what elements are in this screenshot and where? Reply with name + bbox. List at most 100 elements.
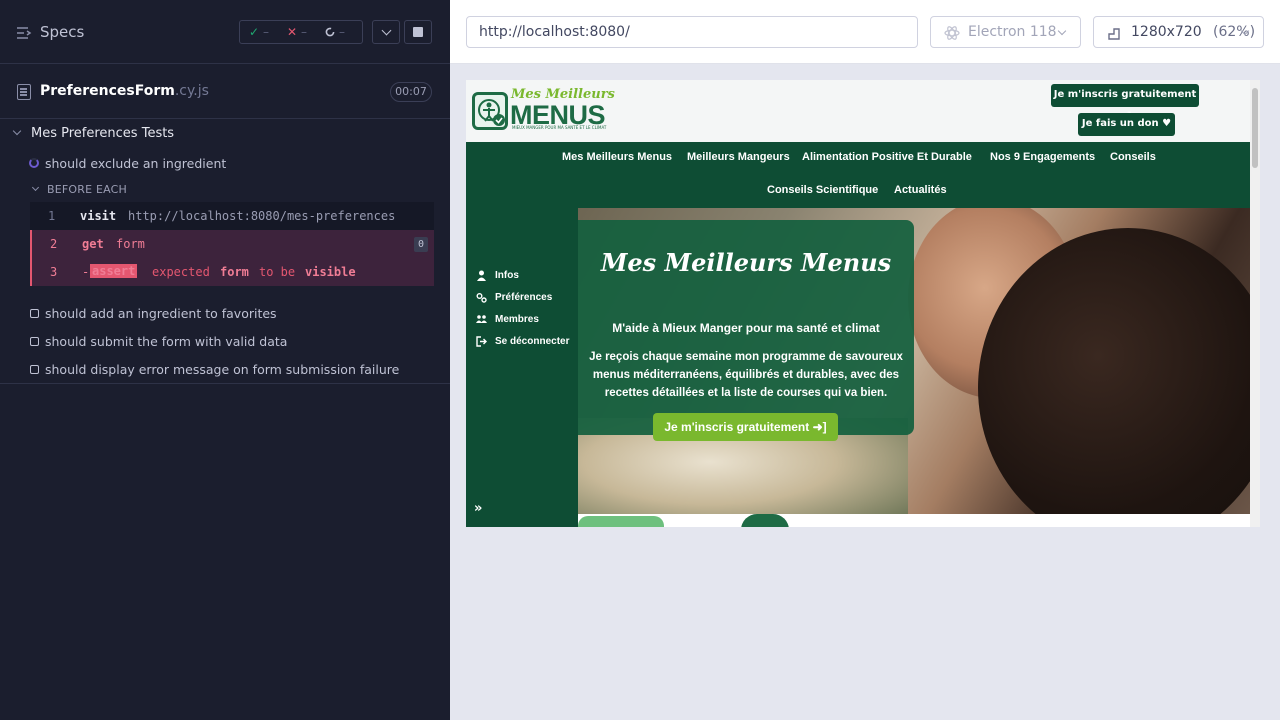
nav-item[interactable]: Alimentation Positive Et Durable [802,151,972,163]
hero-description: Je reçois chaque semaine mon programme d… [589,351,903,399]
stop-button[interactable] [404,20,432,44]
hook-label[interactable]: BEFORE EACH [47,183,127,196]
pending-test-title[interactable]: should submit the form with valid data [45,334,287,349]
reporter-panel: Specs ✓ – ✕ – – PreferencesForm.cy.js 00… [0,0,450,720]
sidebar-item-preferences[interactable]: Préférences [476,292,552,303]
sidebar-item-label: Infos [495,270,519,281]
specs-header: Specs ✓ – ✕ – – [0,0,450,64]
assert-subject: form [220,265,249,279]
assert-expected: expected [152,265,210,279]
element-count-badge: 0 [414,237,428,252]
suite-title[interactable]: Mes Preferences Tests [31,126,174,141]
command-prefix: - [82,265,90,279]
command-name: visit [80,209,117,223]
command-number: 1 [48,209,56,223]
hero-banner: Mes Meilleurs Menus M'aide à Mieux Mange… [578,208,1250,514]
check-icon: ✓ [248,25,260,39]
command-message: http://localhost:8080/mes-preferences [128,209,396,223]
pending-circle-icon [325,27,335,37]
spec-file-basename: PreferencesForm [40,83,175,99]
command-number: 3 [50,265,58,279]
aut-topbar: http://localhost:8080/ Electron 118 1280… [450,0,1280,64]
specs-list-icon[interactable] [17,26,32,40]
failed-stat: ✕ – [278,25,316,39]
pending-test-icon [30,309,39,318]
nav-item[interactable]: Conseils Scientifique [767,184,878,196]
aut-iframe: Mes Meilleurs MENUS MIEUX MANGER POUR MA… [466,80,1260,527]
command-row-failed[interactable]: 2 get form 0 [30,230,434,258]
users-icon [476,315,487,323]
browser-selector[interactable]: Electron 118 [930,16,1081,48]
running-test-title[interactable]: should exclude an ingredient [45,156,226,171]
user-icon [477,270,486,281]
assert-value: visible [305,265,356,279]
running-spinner-icon [29,158,39,168]
passed-stat: ✓ – [240,25,278,39]
scrollbar-thumb[interactable] [1252,88,1258,168]
decorative-shape [578,516,664,527]
pending-test-title[interactable]: should display error message on form sub… [45,362,399,377]
spec-file-row: PreferencesForm.cy.js 00:07 [0,65,450,119]
logo-emblem-icon[interactable] [472,92,508,130]
ruler-icon [1108,28,1120,40]
browser-name: Electron 118 [968,24,1057,40]
chevron-down-icon[interactable] [12,126,22,136]
pending-test-icon [30,365,39,374]
command-name: get [82,237,104,251]
test-stats: ✓ – ✕ – – [239,20,363,44]
donate-button[interactable]: Je fais un don ♥ [1078,113,1175,136]
url-bar[interactable]: http://localhost:8080/ [466,16,918,48]
sidebar-item-infos[interactable]: Infos [476,270,519,281]
command-row-failed[interactable]: 3 - assert expected form to be visible [30,258,434,286]
specs-title[interactable]: Specs [40,23,84,41]
expand-sidebar-icon[interactable]: » [474,501,482,516]
stop-icon [413,27,423,37]
hero-subtitle: M'aide à Mieux Manger pour ma santé et c… [612,321,880,335]
failed-count: – [301,25,308,39]
sidebar-item-label: Préférences [495,292,553,303]
pending-test-icon [30,337,39,346]
viewport-size: 1280x720 [1131,24,1202,40]
hero-signup-button[interactable]: Je m'inscris gratuitement ➜] [653,413,838,441]
viewport-scale: (62%) [1213,24,1256,40]
page-scrollbar[interactable] [1250,80,1260,527]
chevron-down-icon[interactable] [31,183,40,192]
pending-test-title[interactable]: should add an ingredient to favorites [45,306,277,321]
command-row[interactable]: 1 visit http://localhost:8080/mes-prefer… [30,202,434,230]
electron-icon [944,26,960,40]
account-sidebar: Infos Préférences Membres Se déconnecter… [466,208,578,527]
nav-item[interactable]: Mes Meilleurs Menus [562,151,672,163]
decorative-shape [741,514,789,527]
hero-title: Mes Meilleurs Menus [600,248,892,277]
run-duration: 00:07 [390,82,432,102]
section-divider [578,514,1250,527]
spec-file-name[interactable]: PreferencesForm.cy.js [40,83,209,99]
spec-file-ext: .cy.js [174,83,209,99]
sidebar-item-label: Membres [495,314,539,325]
collapse-all-button[interactable] [372,20,400,44]
nav-item[interactable]: Conseils [1110,151,1156,163]
divider [0,383,450,384]
sidebar-item-members[interactable]: Membres [476,314,539,325]
pending-count: – [339,25,345,39]
hero-overlay-card: Mes Meilleurs Menus M'aide à Mieux Mange… [578,220,914,441]
nav-item[interactable]: Meilleurs Mangeurs [687,151,790,163]
chevron-down-icon [381,25,391,35]
command-message: form [116,237,145,251]
assert-tag: assert [90,264,138,278]
nav-item[interactable]: Nos 9 Engagements [990,151,1095,163]
main-nav: Mes Meilleurs Menus Meilleurs Mangeurs A… [466,142,1250,208]
gears-icon [476,293,487,303]
sidebar-item-logout[interactable]: Se déconnecter [476,336,569,347]
pending-stat: – [316,25,354,39]
sidebar-item-label: Se déconnecter [495,336,570,347]
chevron-down-icon [1057,26,1067,36]
assert-verb: to be [259,265,296,279]
site-header: Mes Meilleurs MENUS MIEUX MANGER POUR MA… [466,80,1250,142]
document-icon [17,84,31,100]
viewport-selector[interactable]: 1280x720 (62%) [1093,16,1264,48]
command-number: 2 [50,237,58,251]
nav-item[interactable]: Actualités [894,184,947,196]
signup-button[interactable]: Je m'inscris gratuitement ➜] [1051,84,1199,122]
logo-tagline: MIEUX MANGER POUR MA SANTÉ ET LE CLIMAT [512,125,607,130]
